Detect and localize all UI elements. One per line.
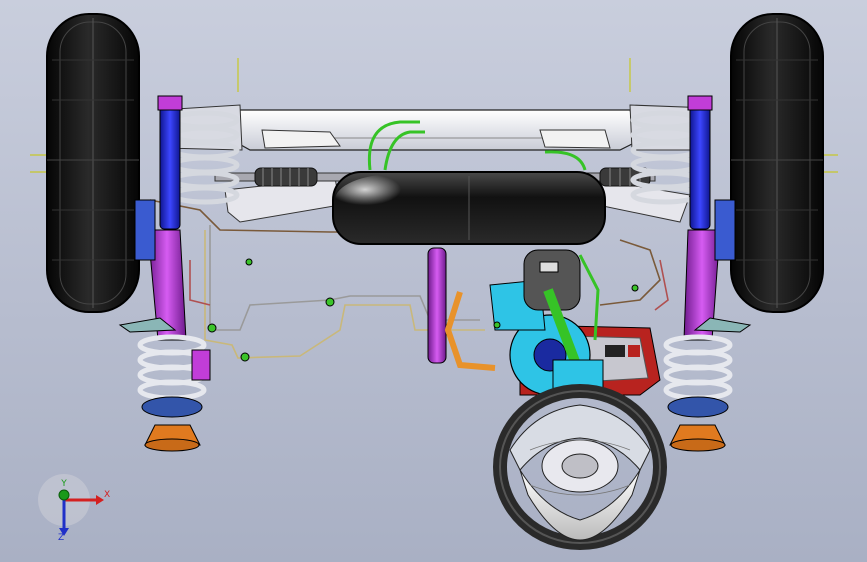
right-shock-absorber[interactable] [687,95,713,230]
right-tire[interactable] [730,13,824,313]
center-linkage [427,247,496,371]
coordinate-triad[interactable]: X Y Z [38,474,110,543]
left-spring-seat [141,396,203,452]
left-tire[interactable] [46,13,140,313]
graphics-viewport[interactable]: X Y Z [0,0,867,562]
y-axis-dot [58,489,70,501]
y-axis-label: Y [60,479,67,489]
right-coil-spring[interactable] [630,110,700,205]
fuel-tank[interactable] [332,171,606,245]
x-axis-label: X [104,490,110,500]
left-coil-spring[interactable] [170,110,240,205]
x-axis-arrowhead [96,495,104,505]
suspension-model[interactable]: X Y Z [0,0,867,562]
steering-wheel[interactable] [493,384,667,550]
right-rear-coil[interactable] [663,334,733,401]
left-shock-absorber[interactable] [157,95,183,230]
z-axis-label: Z [58,533,64,543]
right-spring-seat [667,396,729,452]
